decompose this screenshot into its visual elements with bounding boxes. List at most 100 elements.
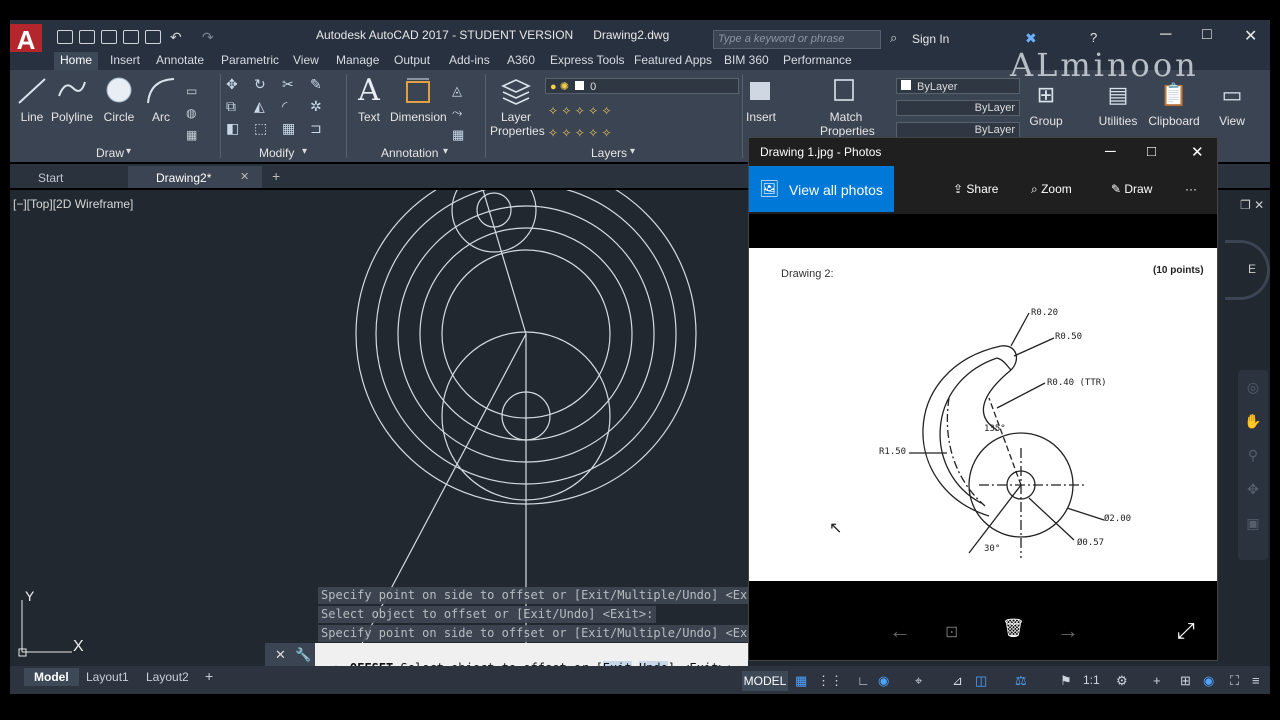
new-tab-icon[interactable]: +: [272, 168, 280, 184]
view-all-photos-button[interactable]: 🖼 View all photos: [749, 166, 894, 212]
photos-minimize-button[interactable]: ─: [1105, 143, 1116, 160]
osnap-icon[interactable]: ⌖: [915, 673, 922, 689]
customize-icon[interactable]: 🔧: [295, 647, 311, 663]
open-file-icon[interactable]: [79, 30, 95, 44]
search-icon[interactable]: ⌕: [890, 30, 897, 46]
draw-small-tools[interactable]: ▭ ◍ ▦: [186, 80, 214, 142]
undo-icon[interactable]: ↶: [170, 29, 182, 46]
units-icon[interactable]: ⊞: [1180, 673, 1191, 689]
layer-dropdown[interactable]: ● ✺ 0: [545, 78, 739, 94]
annotation-visibility-icon[interactable]: ⚑: [1060, 673, 1072, 689]
tab-performance[interactable]: Performance: [777, 52, 858, 70]
previous-photo-icon[interactable]: ←: [889, 618, 911, 644]
insert-block-tool[interactable]: Insert: [744, 76, 778, 124]
utilities-tool[interactable]: ▤ Utilities: [1095, 80, 1141, 128]
scale-readout[interactable]: 1:1: [1083, 673, 1100, 687]
tab-add-ins[interactable]: Add-ins: [443, 52, 496, 70]
photos-close-button[interactable]: ✕: [1191, 143, 1204, 161]
layout-tab-layout1[interactable]: Layout1: [76, 668, 139, 686]
layers-panel-label[interactable]: Layers: [591, 146, 627, 160]
match-properties-tool[interactable]: Match Properties: [820, 76, 875, 138]
annotation-scale-icon[interactable]: ⚖: [1015, 673, 1027, 689]
chevron-down-icon[interactable]: ▾: [630, 146, 635, 157]
tab-featured-apps[interactable]: Featured Apps: [628, 52, 718, 70]
fillet-icon[interactable]: ◜: [282, 98, 310, 120]
offset-icon[interactable]: ⊐: [310, 120, 338, 142]
move-icon[interactable]: ✥: [226, 76, 254, 98]
trim-icon[interactable]: ✂: [282, 76, 310, 98]
add-layout-icon[interactable]: +: [205, 668, 213, 684]
tab-parametric[interactable]: Parametric: [215, 52, 285, 70]
sign-in-button[interactable]: Sign In: [912, 32, 949, 46]
group-tool[interactable]: ⊞ Group: [1026, 80, 1066, 128]
ortho-icon[interactable]: ∟: [857, 673, 870, 688]
tab-express-tools[interactable]: Express Tools: [544, 52, 630, 70]
view-tool[interactable]: ▭ View: [1212, 80, 1252, 128]
command-line-input[interactable]: ▶ OFFSET Select object to offset or [Exi…: [315, 643, 748, 675]
transparency-icon[interactable]: ◫: [975, 673, 987, 689]
draw-panel-label[interactable]: Draw: [96, 146, 124, 160]
draw-button[interactable]: ✎ Draw: [1111, 182, 1152, 196]
chevron-down-icon[interactable]: ▾: [126, 146, 131, 157]
isolate-icon[interactable]: ◉: [1203, 673, 1214, 689]
plus-icon[interactable]: +: [1153, 673, 1161, 688]
line-tool[interactable]: Line: [14, 76, 50, 124]
tab-view[interactable]: View: [287, 52, 325, 70]
search-input[interactable]: Type a keyword or phrase: [713, 30, 881, 49]
array-icon[interactable]: ▦: [282, 120, 310, 142]
tab-output[interactable]: Output: [388, 52, 436, 70]
layout-tab-model[interactable]: Model: [24, 668, 79, 686]
tab-manage[interactable]: Manage: [330, 52, 385, 70]
minimize-button[interactable]: ─: [1160, 26, 1171, 44]
snap-icon[interactable]: ⋮⋮: [817, 673, 843, 689]
viewport-window-controls[interactable]: ❐ ✕: [1240, 198, 1264, 212]
new-file-icon[interactable]: [57, 30, 73, 44]
model-space-button[interactable]: MODEL: [742, 671, 788, 691]
navigation-bar[interactable]: ◎ ✋ ⚲ ✥ ▣: [1238, 370, 1268, 560]
more-options-button[interactable]: ···: [1185, 182, 1197, 196]
exchange-icon[interactable]: ✖: [1025, 30, 1037, 47]
tab-bim-360[interactable]: BIM 360: [718, 52, 775, 70]
help-icon[interactable]: ?: [1090, 30, 1097, 45]
tab-a360[interactable]: A360: [501, 52, 541, 70]
stretch-icon[interactable]: ◧: [226, 120, 254, 142]
layout-tab-layout2[interactable]: Layout2: [136, 668, 199, 686]
polyline-tool[interactable]: Polyline: [50, 76, 94, 124]
dimension-tool[interactable]: Dimension: [390, 76, 447, 124]
workspace-icon[interactable]: ⚙: [1116, 673, 1128, 689]
copy-icon[interactable]: ⧉: [226, 98, 254, 120]
menu-icon[interactable]: ≡: [1252, 673, 1260, 688]
slideshow-icon[interactable]: ⊡: [945, 622, 958, 642]
annotation-small-tools[interactable]: ◬ ⤳ ▦: [452, 80, 478, 146]
polar-icon[interactable]: ◉: [878, 673, 889, 689]
mirror-icon[interactable]: ◭: [254, 98, 282, 120]
arc-tool[interactable]: Arc: [142, 76, 180, 124]
modify-panel-label[interactable]: Modify: [259, 146, 294, 160]
linetype-dropdown[interactable]: ByLayer: [896, 100, 1020, 116]
close-tab-icon[interactable]: ✕: [240, 170, 249, 183]
chevron-down-icon[interactable]: ▾: [302, 146, 307, 157]
photos-maximize-button[interactable]: □: [1147, 143, 1156, 160]
text-tool[interactable]: A Text: [350, 76, 388, 125]
close-command-icon[interactable]: ✕: [275, 647, 286, 663]
next-photo-icon[interactable]: →: [1057, 618, 1079, 644]
photo-image[interactable]: Drawing 2: (10 points) R0.20 R0.50 R0.40…: [749, 248, 1217, 581]
save-as-icon[interactable]: [123, 30, 139, 44]
redo-icon[interactable]: ↷: [202, 29, 214, 46]
maximize-button[interactable]: □: [1202, 26, 1212, 44]
scale-icon[interactable]: ⬚: [254, 120, 282, 142]
tab-home[interactable]: Home: [54, 52, 99, 70]
layer-small-tools[interactable]: ✧ ✧ ✧ ✧ ✧ ✧ ✧ ✧ ✧ ✧: [548, 100, 658, 144]
chevron-down-icon[interactable]: ▾: [443, 146, 448, 157]
tab-annotate[interactable]: Annotate: [150, 52, 210, 70]
circle-tool[interactable]: Circle: [100, 76, 138, 124]
erase-icon[interactable]: ✎: [310, 76, 338, 98]
file-tab-start[interactable]: Start: [10, 166, 91, 188]
zoom-button[interactable]: ⌕ Zoom: [1031, 182, 1072, 197]
share-button[interactable]: ⇪ Share: [953, 182, 998, 196]
rotate-icon[interactable]: ↻: [254, 76, 282, 98]
photos-window[interactable]: Drawing 1.jpg - Photos ─ □ ✕ 🖼 View all …: [748, 137, 1218, 661]
close-button[interactable]: ✕: [1244, 26, 1257, 46]
delete-icon[interactable]: 🗑: [1002, 618, 1025, 639]
save-icon[interactable]: [101, 30, 117, 44]
